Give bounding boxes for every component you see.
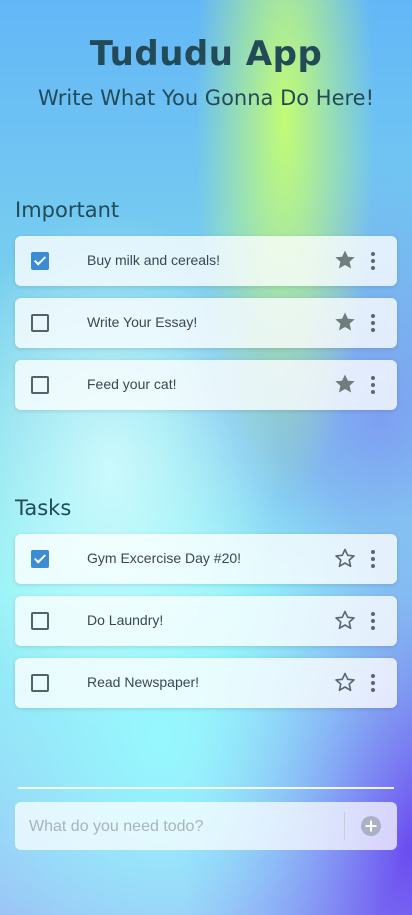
more-vertical-icon[interactable] (365, 311, 381, 335)
task-card[interactable]: Read Newspaper! (15, 658, 397, 708)
more-vertical-icon[interactable] (365, 547, 381, 571)
task-card[interactable]: Feed your cat! (15, 360, 397, 410)
task-label: Write Your Essay! (87, 314, 198, 330)
app-subtitle: Write What You Gonna Do Here! (37, 86, 375, 110)
checkbox-icon[interactable] (31, 314, 49, 332)
app-header: Tududu App Write What You Gonna Do Here! (0, 34, 412, 110)
task-card[interactable]: Buy milk and cereals! (15, 236, 397, 286)
section-title-important: Important (15, 198, 120, 222)
task-card[interactable]: Gym Excercise Day #20! (15, 534, 397, 584)
checkbox-icon[interactable] (31, 252, 49, 270)
more-vertical-icon[interactable] (365, 249, 381, 273)
more-vertical-icon[interactable] (365, 609, 381, 633)
star-outline-icon[interactable] (333, 670, 357, 694)
more-vertical-icon[interactable] (365, 671, 381, 695)
input-separator (344, 812, 345, 840)
new-task-bar (15, 802, 397, 850)
new-task-input[interactable] (27, 814, 341, 840)
checkbox-icon[interactable] (31, 376, 49, 394)
star-outline-icon[interactable] (333, 546, 357, 570)
star-filled-icon[interactable] (333, 310, 357, 334)
app-title: Tududu App (89, 34, 323, 74)
task-label: Buy milk and cereals! (87, 252, 221, 268)
plus-circle-icon[interactable] (360, 815, 382, 837)
task-card[interactable]: Do Laundry! (15, 596, 397, 646)
star-filled-icon[interactable] (333, 372, 357, 396)
checkbox-icon[interactable] (31, 612, 49, 630)
task-label: Read Newspaper! (87, 674, 200, 690)
more-vertical-icon[interactable] (365, 373, 381, 397)
section-title-tasks: Tasks (15, 496, 72, 520)
task-label: Do Laundry! (87, 612, 164, 628)
checkbox-icon[interactable] (31, 550, 49, 568)
checkbox-icon[interactable] (31, 674, 49, 692)
star-outline-icon[interactable] (333, 608, 357, 632)
task-label: Feed your cat! (87, 376, 177, 392)
star-filled-icon[interactable] (333, 248, 357, 272)
task-card[interactable]: Write Your Essay! (15, 298, 397, 348)
task-label: Gym Excercise Day #20! (87, 550, 242, 566)
divider (18, 787, 394, 789)
